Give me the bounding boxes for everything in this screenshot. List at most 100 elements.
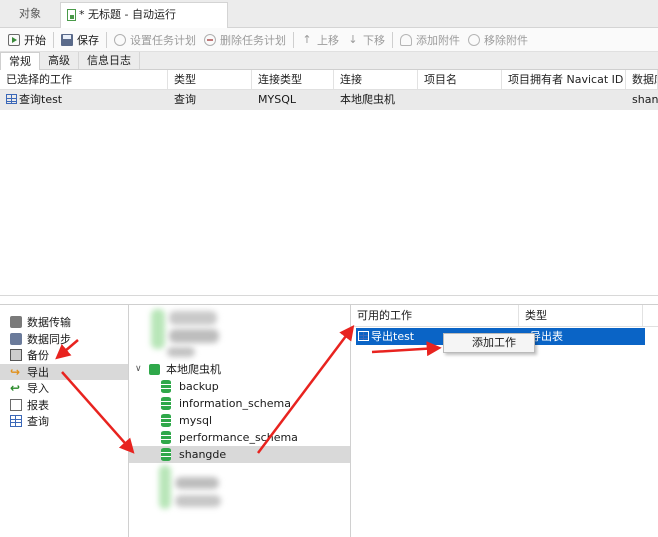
job-type-data-sync[interactable]: 数据同步 — [0, 331, 128, 348]
database-icon — [161, 414, 171, 427]
toolbar-separator — [293, 31, 294, 48]
set-schedule-label: 设置任务计划 — [130, 33, 196, 47]
job-type-import[interactable]: ↩ 导入 — [0, 380, 128, 397]
job-type-label: 数据传输 — [27, 316, 71, 330]
move-up-button[interactable]: ↑ 上移 — [297, 30, 343, 50]
job-type-label: 数据同步 — [27, 332, 71, 346]
column-header[interactable]: 已选择的工作 — [0, 70, 168, 89]
db-label: performance_schema — [179, 431, 298, 444]
column-header[interactable]: 项目拥有者 Navicat ID — [502, 70, 626, 89]
query-icon — [10, 415, 22, 428]
redacted-region — [159, 465, 171, 509]
add-attachment-label: 添加附件 — [416, 33, 460, 47]
remove-attachment-label: 移除附件 — [484, 33, 528, 47]
cell-type: 查询 — [174, 93, 196, 106]
remove-attachment-button[interactable]: 移除附件 — [464, 30, 532, 50]
backup-icon — [10, 349, 22, 362]
chevron-down-icon[interactable]: ∨ — [135, 361, 142, 378]
export-grid-icon — [358, 331, 369, 341]
add-attachment-button[interactable]: 添加附件 — [396, 30, 464, 50]
db-label: backup — [179, 380, 219, 393]
table-row[interactable]: 查询test 查询 MYSQL 本地爬虫机 shangde — [0, 90, 658, 110]
connection-tree: ∨ 本地爬虫机 backup information_schema mysql … — [129, 305, 351, 537]
attachment-icon — [400, 33, 412, 46]
redacted-region — [151, 309, 165, 349]
cell-conn-type: MYSQL — [258, 93, 296, 106]
redacted-region — [175, 495, 221, 507]
database-icon — [161, 380, 171, 393]
tab-message-log[interactable]: 信息日志 — [79, 52, 140, 69]
db-label: shangde — [179, 448, 227, 461]
tab-document-label: * 无标题 - 自动运行 — [79, 8, 176, 21]
job-type-label: 导出 — [27, 365, 49, 379]
data-sync-icon — [10, 332, 22, 345]
job-type-label: 导入 — [27, 382, 49, 396]
save-button[interactable]: 保存 — [57, 30, 103, 50]
column-header[interactable]: 可用的工作 — [351, 305, 519, 326]
toolbar-separator — [53, 31, 54, 48]
tree-db-node[interactable]: information_schema — [129, 395, 350, 412]
query-grid-icon — [6, 94, 17, 104]
report-icon — [10, 398, 22, 411]
job-type-label: 报表 — [27, 398, 49, 412]
delete-schedule-button[interactable]: 删除任务计划 — [200, 30, 290, 50]
save-icon — [61, 33, 73, 46]
job-type-query[interactable]: 查询 — [0, 413, 128, 430]
move-down-button[interactable]: ↓ 下移 — [343, 30, 389, 50]
start-icon — [8, 33, 20, 46]
toolbar: 开始 保存 设置任务计划 删除任务计划 ↑ 上移 ↓ 下移 添加附件 移除附件 — [0, 28, 658, 52]
job-type-backup[interactable]: 备份 — [0, 347, 128, 364]
export-icon: ↪ — [10, 364, 21, 379]
move-up-label: 上移 — [317, 33, 339, 47]
toolbar-separator — [106, 31, 107, 48]
tree-db-node[interactable]: mysql — [129, 412, 350, 429]
cell-connection: 本地爬虫机 — [340, 93, 395, 106]
delete-schedule-icon — [204, 33, 216, 46]
toolbar-separator — [392, 31, 393, 48]
tab-objects[interactable]: 对象 — [0, 0, 60, 28]
cell-job: 查询test — [0, 90, 168, 110]
column-header[interactable]: 连接类型 — [252, 70, 334, 89]
column-header[interactable]: 连接 — [334, 70, 418, 89]
table-header: 已选择的工作 类型 连接类型 连接 项目名 项目拥有者 Navicat ID 数… — [0, 70, 658, 90]
clock-icon — [114, 33, 126, 46]
arrow-up-icon: ↑ — [302, 32, 312, 46]
tree-db-node[interactable]: backup — [129, 378, 350, 395]
job-type-report[interactable]: 报表 — [0, 397, 128, 414]
redacted-region — [175, 477, 219, 489]
column-header[interactable]: 类型 — [519, 305, 643, 326]
tree-db-node[interactable]: performance_schema — [129, 429, 350, 446]
job-name: 导出test — [371, 330, 415, 343]
job-name: 查询test — [19, 93, 63, 106]
move-down-label: 下移 — [363, 33, 385, 47]
cell-type: 导出表 — [530, 330, 563, 343]
start-label: 开始 — [24, 33, 46, 47]
tab-document[interactable]: * 无标题 - 自动运行 — [60, 2, 228, 28]
column-header[interactable]: 类型 — [168, 70, 252, 89]
column-header[interactable]: 项目名 — [418, 70, 502, 89]
tab-general[interactable]: 常规 — [0, 52, 40, 71]
column-header[interactable]: 数据库 — [626, 70, 658, 89]
db-label: information_schema — [179, 397, 291, 410]
job-type-data-transfer[interactable]: 数据传输 — [0, 314, 128, 331]
settings-tabs: 常规 高级 信息日志 — [0, 52, 658, 71]
set-schedule-button[interactable]: 设置任务计划 — [110, 30, 200, 50]
start-button[interactable]: 开始 — [4, 30, 50, 50]
cell-database: shangde — [632, 93, 658, 106]
tree-db-node-selected[interactable]: shangde — [129, 446, 350, 463]
job-picker: 数据传输 数据同步 备份 ↪ 导出 ↩ 导入 报表 查询 ∨ 本地爬虫机 backu… — [0, 304, 658, 537]
redacted-region — [169, 329, 219, 343]
tree-connection-node[interactable]: ∨ 本地爬虫机 — [129, 361, 350, 378]
tab-advanced[interactable]: 高级 — [40, 52, 79, 69]
automation-file-icon — [67, 9, 76, 21]
delete-schedule-label: 删除任务计划 — [220, 33, 286, 47]
mysql-connection-icon — [149, 364, 160, 375]
job-type-list: 数据传输 数据同步 备份 ↪ 导出 ↩ 导入 报表 查询 — [0, 305, 129, 537]
job-type-label: 备份 — [27, 349, 49, 363]
import-icon: ↩ — [10, 381, 21, 396]
job-type-export[interactable]: ↪ 导出 — [0, 363, 128, 380]
database-icon — [161, 397, 171, 410]
database-icon — [161, 431, 171, 444]
add-job-menu-item[interactable]: 添加工作 — [472, 336, 516, 349]
arrow-down-icon: ↓ — [348, 32, 358, 46]
